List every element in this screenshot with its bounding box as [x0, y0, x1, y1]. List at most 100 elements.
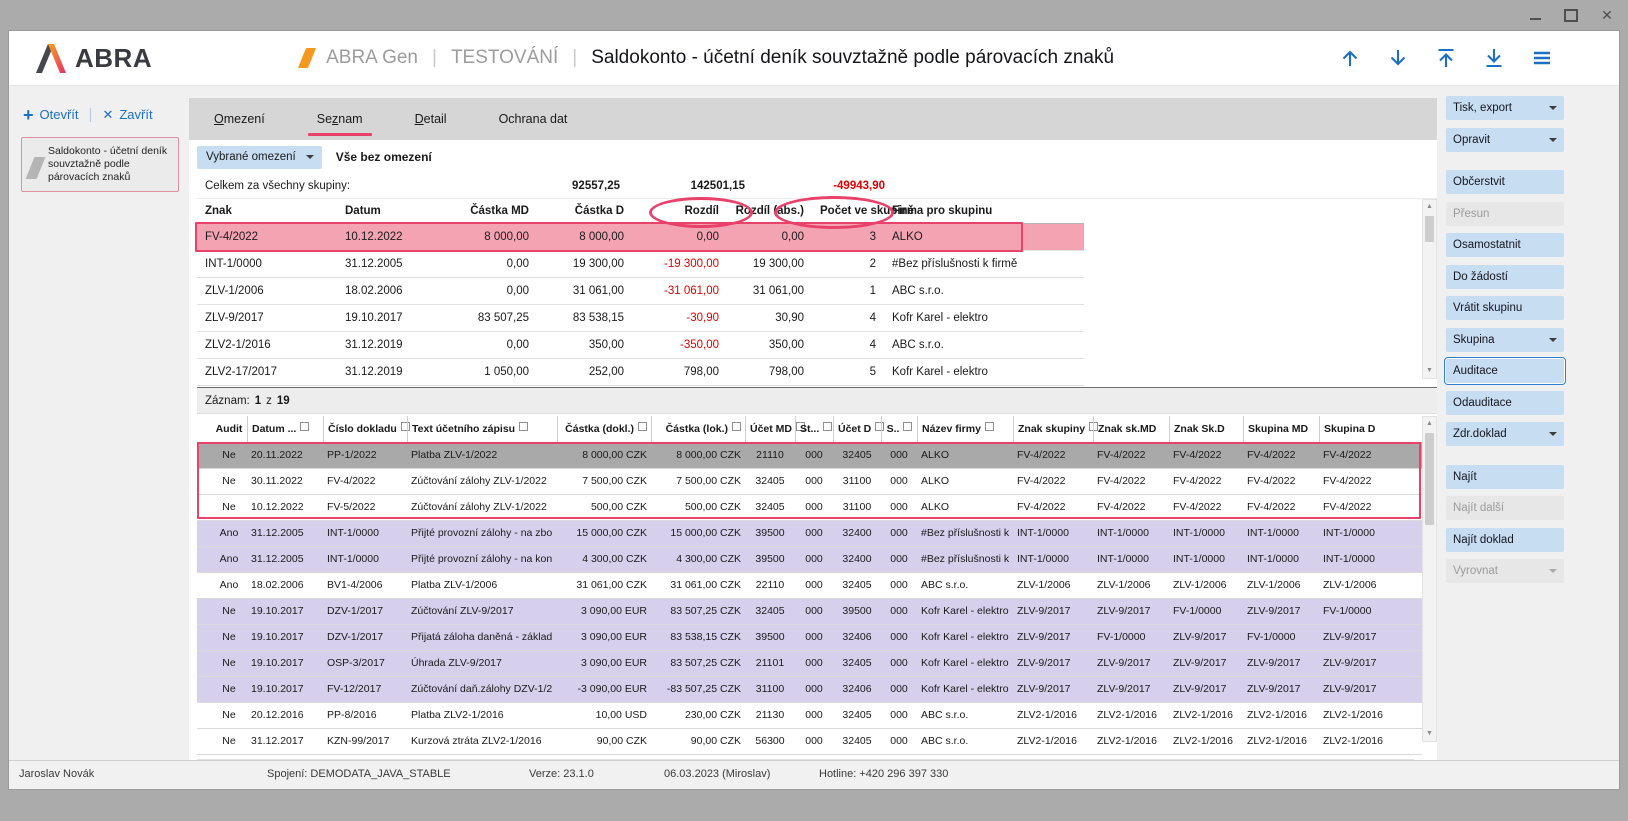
column-header-skupina-md[interactable]: Skupina MD — [1243, 416, 1319, 442]
sidebar-button-odauditace[interactable]: Odauditace — [1446, 391, 1564, 415]
sidebar-button-label: Osamostatnit — [1453, 239, 1521, 251]
cell: 21130 — [745, 703, 795, 728]
column-header-castka-lok[interactable]: Částka (lok.) — [651, 416, 745, 442]
journal-row[interactable]: Ne19.10.2017OSP-3/2017Úhrada ZLV-9/20173… — [197, 651, 1422, 677]
group-row[interactable]: ZLV2-1/201631.12.20190,00350,00-350,0035… — [197, 332, 1084, 359]
move-bottom-icon[interactable] — [1481, 45, 1507, 71]
sidebar-button-opravit[interactable]: Opravit — [1446, 128, 1564, 152]
group-row[interactable]: FV-4/202210.12.20228 000,008 000,000,000… — [197, 224, 1084, 251]
journal-row[interactable]: Ne19.10.2017FV-12/2017Zúčtování daň.zálo… — [197, 677, 1422, 703]
column-header-rozdil[interactable]: Rozdíl — [632, 199, 727, 223]
selected-restriction-dropdown[interactable]: Vybrané omezení — [197, 146, 322, 169]
cell: Platba ZLV2-1/2016 — [407, 703, 557, 728]
column-header-rozdil-abs[interactable]: Rozdíl (abs.) — [727, 199, 812, 223]
sort-box-icon[interactable] — [903, 422, 912, 431]
sort-box-icon[interactable] — [985, 422, 994, 431]
group-row[interactable]: ZLV2-17/201731.12.20191 050,00252,00798,… — [197, 359, 1084, 386]
sidebar-button-zdr-doklad[interactable]: Zdr.doklad — [1446, 422, 1564, 446]
column-header-znak-skupiny[interactable]: Znak skupiny — [1013, 416, 1093, 442]
group-row[interactable]: INT-1/000031.12.20050,0019 300,00-19 300… — [197, 251, 1084, 278]
journal-row[interactable]: Ne19.10.2017DZV-1/2017Zúčtování ZLV-9/20… — [197, 599, 1422, 625]
journal-row[interactable]: Ne20.11.2022PP-1/2022Platba ZLV-1/20228 … — [197, 443, 1422, 469]
cell: 1 050,00 — [442, 359, 537, 385]
tab-seznam[interactable]: Seznam — [314, 112, 366, 126]
row-gutter — [197, 651, 211, 676]
column-header-s[interactable]: S.. — [881, 416, 917, 442]
journal-row[interactable]: Ne31.12.2017KZN-99/2017Kurzová ztráta ZL… — [197, 729, 1422, 755]
open-button[interactable]: + Otevřít — [23, 107, 79, 122]
sidebar-button-najit[interactable]: Najít — [1446, 465, 1564, 489]
column-header-st[interactable]: St... — [795, 416, 833, 442]
minimize-button[interactable] — [1526, 6, 1544, 24]
sort-box-icon[interactable] — [638, 422, 647, 431]
sidebar-button-tisk-export[interactable]: Tisk, export — [1446, 96, 1564, 120]
journal-row[interactable]: Ne30.11.2022FV-4/2022Zúčtování zálohy ZL… — [197, 469, 1422, 495]
close-view-button[interactable]: ✕ Zavřít — [102, 107, 152, 123]
group-row[interactable]: ZLV-1/200618.02.20060,0031 061,00-31 061… — [197, 278, 1084, 305]
column-header-text-ucetniho-zapisu[interactable]: Text účetního zápisu — [407, 416, 557, 442]
journal-vertical-scrollbar[interactable]: ▲ ▼ — [1422, 416, 1437, 742]
move-up-icon[interactable] — [1337, 45, 1363, 71]
groups-vertical-scrollbar[interactable]: ▲ ▼ — [1422, 199, 1437, 379]
column-header-datum[interactable]: Datum ... — [247, 416, 323, 442]
column-header-firma-pro-skupinu[interactable]: Firma pro skupinu — [884, 199, 1084, 223]
column-header-label: Částka (lok.) — [666, 423, 728, 435]
journal-row[interactable]: Ano31.12.2005INT-1/0000Přijté provozní z… — [197, 521, 1422, 547]
column-header-cislo-dokladu[interactable]: Číslo dokladu — [323, 416, 407, 442]
column-header-ucet-md[interactable]: Účet MD — [745, 416, 795, 442]
column-header-nazev-firmy[interactable]: Název firmy — [917, 416, 1013, 442]
tab-ochrana-dat[interactable]: Ochrana dat — [496, 112, 571, 126]
open-agenda-card[interactable]: Saldokonto - účetní deník souvztažně pod… — [21, 137, 179, 192]
scroll-up-icon[interactable]: ▲ — [1423, 417, 1436, 431]
sort-box-icon[interactable] — [300, 422, 309, 431]
tab-detail[interactable]: Detail — [412, 112, 450, 126]
sort-box-icon[interactable] — [519, 422, 528, 431]
sidebar-button-do-zadosti[interactable]: Do žádostí — [1446, 265, 1564, 289]
column-header-datum[interactable]: Datum — [337, 199, 442, 223]
cell: PP-1/2022 — [323, 443, 407, 468]
journal-row[interactable]: Ano18.02.2006BV1-4/2006Platba ZLV-1/2006… — [197, 573, 1422, 599]
sort-box-icon[interactable] — [823, 422, 832, 431]
maximize-button[interactable] — [1562, 6, 1580, 24]
column-header-castka-md[interactable]: Částka MD — [442, 199, 537, 223]
group-row[interactable]: ZLV-9/201719.10.201783 507,2583 538,15-3… — [197, 305, 1084, 332]
column-header-znak-sk-md[interactable]: Znak sk.MD — [1093, 416, 1169, 442]
journal-row[interactable]: Ne10.12.2022FV-5/2022Zúčtování zálohy ZL… — [197, 495, 1422, 521]
journal-row[interactable]: Ne19.10.2017DZV-1/2017Přijatá záloha dan… — [197, 625, 1422, 651]
column-header-znak-sk-d[interactable]: Znak Sk.D — [1169, 416, 1243, 442]
sidebar-button-obcerstvit[interactable]: Občerstvit — [1446, 170, 1564, 194]
column-header-pocet-ve-skupine[interactable]: Počet ve skupině — [812, 199, 884, 223]
column-header-skupina-d[interactable]: Skupina D — [1319, 416, 1422, 442]
sidebar-button-osamostatnit[interactable]: Osamostatnit — [1446, 233, 1564, 257]
scroll-up-icon[interactable]: ▲ — [1423, 200, 1436, 214]
scrollbar-thumb[interactable] — [1425, 433, 1434, 525]
cell: ZLV-1/2006 — [197, 278, 337, 304]
move-top-icon[interactable] — [1433, 45, 1459, 71]
sort-box-icon[interactable] — [732, 422, 741, 431]
sidebar-button-najit-doklad[interactable]: Najít doklad — [1446, 528, 1564, 552]
column-header-znak[interactable]: Znak — [197, 199, 337, 223]
tab-omezeni[interactable]: Omezení — [211, 112, 268, 126]
cell: Kofr Karel - elektro — [884, 305, 1084, 331]
cell: #Bez příslušnosti k — [917, 547, 1013, 572]
cell: 21101 — [745, 651, 795, 676]
scroll-down-icon[interactable]: ▼ — [1423, 364, 1436, 378]
cell: 8 000,00 CZK — [557, 443, 651, 468]
cell: -3 090,00 EUR — [557, 677, 651, 702]
close-button[interactable]: ✕ — [1598, 6, 1616, 24]
sidebar-button-auditace[interactable]: Auditace — [1446, 359, 1564, 383]
journal-row[interactable]: Ne20.12.2016PP-8/2016Platba ZLV2-1/20161… — [197, 703, 1422, 729]
sidebar-button-skupina[interactable]: Skupina — [1446, 328, 1564, 352]
scrollbar-thumb[interactable] — [1425, 216, 1434, 242]
column-header-castka-d[interactable]: Částka D — [537, 199, 632, 223]
menu-icon[interactable] — [1529, 45, 1555, 71]
move-down-icon[interactable] — [1385, 45, 1411, 71]
column-header-audit[interactable]: Audit — [211, 416, 247, 442]
tab-label: etail — [424, 112, 447, 126]
cell: ZLV2-1/2016 — [1243, 729, 1319, 754]
column-header-castka-dokl[interactable]: Částka (dokl.) — [557, 416, 651, 442]
journal-row[interactable]: Ano31.12.2005INT-1/0000Přijté provozní z… — [197, 547, 1422, 573]
sidebar-button-vratit-skupinu[interactable]: Vrátit skupinu — [1446, 296, 1564, 320]
column-header-ucet-d[interactable]: Účet D — [833, 416, 881, 442]
scroll-down-icon[interactable]: ▼ — [1423, 727, 1436, 741]
